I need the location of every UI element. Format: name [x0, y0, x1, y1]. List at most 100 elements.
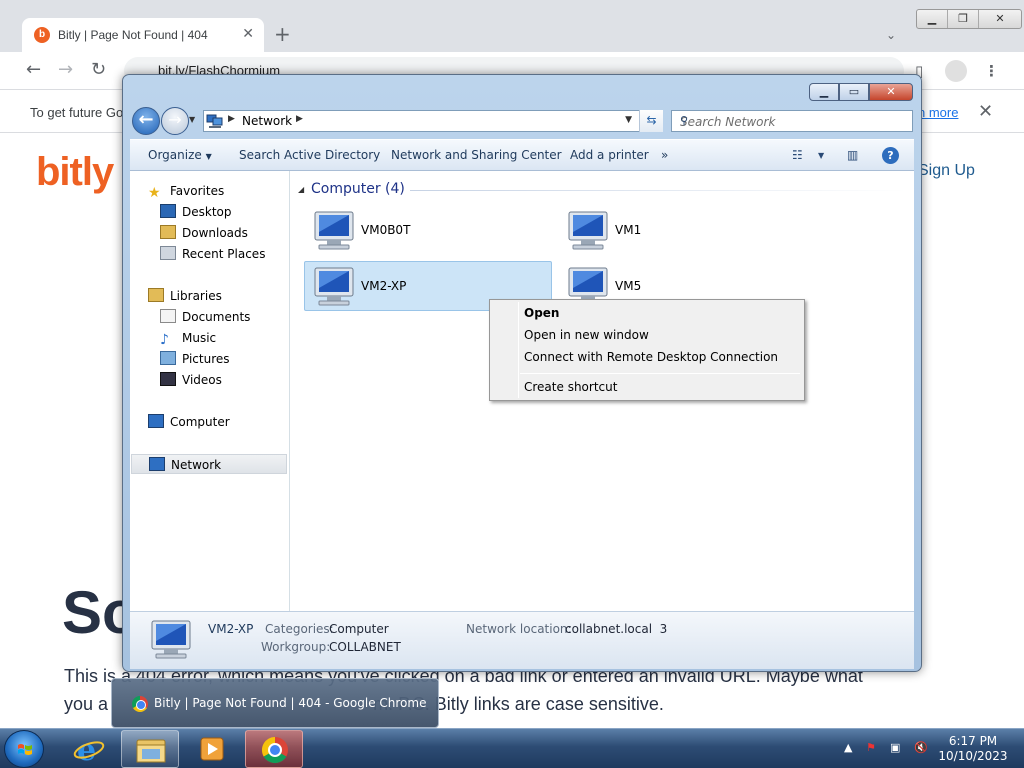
breadcrumb-network[interactable]: Network	[242, 114, 292, 128]
recent-pages-dropdown-icon[interactable]: ▼	[189, 115, 195, 124]
change-view-icon[interactable]: ☷	[792, 148, 803, 162]
media-player-icon	[200, 737, 224, 761]
collapse-group-icon[interactable]: ◢	[298, 185, 304, 194]
bitly-logo[interactable]: bitly	[36, 150, 114, 195]
action-center-flag-icon[interactable]: ⚑	[866, 741, 876, 754]
infobar-learn-more-link[interactable]: n more	[918, 105, 958, 120]
nav-label: Favorites	[170, 184, 225, 198]
back-button[interactable]: ←	[132, 107, 160, 135]
bitly-favicon-icon: b	[34, 27, 50, 43]
nav-libraries[interactable]: Libraries	[148, 286, 222, 306]
nav-label: Libraries	[170, 289, 222, 303]
details-computer-name: VM2-XP	[208, 622, 254, 636]
computer-item[interactable]: VM1	[558, 205, 806, 255]
nav-documents[interactable]: Documents	[160, 307, 250, 327]
tab-close-icon[interactable]: ✕	[242, 26, 254, 42]
tab-search-chevron-icon[interactable]: ⌄	[886, 28, 896, 42]
chrome-tab[interactable]: b Bitly | Page Not Found | 404 ✕	[22, 18, 264, 52]
nav-music[interactable]: ♪ Music	[160, 328, 216, 348]
navigation-pane: ★ Favorites Desktop Downloads Recent Plac…	[130, 171, 290, 611]
preview-pane-icon[interactable]: ▥	[847, 148, 858, 162]
details-workgroup-value: COLLABNET	[329, 640, 401, 654]
taskbar-file-explorer[interactable]	[121, 730, 179, 768]
nav-downloads[interactable]: Downloads	[160, 223, 248, 243]
clock-date: 10/10/2023	[938, 749, 1008, 763]
search-icon[interactable]: ⚲	[680, 114, 906, 127]
menu-item-open-new-window[interactable]: Open in new window	[524, 328, 649, 342]
nav-favorites[interactable]: ★ Favorites	[148, 181, 224, 201]
menu-item-connect-rdp[interactable]: Connect with Remote Desktop Connection	[524, 350, 778, 364]
taskbar-internet-explorer[interactable]: e	[60, 730, 118, 768]
start-button[interactable]	[4, 730, 44, 768]
menu-item-create-shortcut[interactable]: Create shortcut	[524, 380, 617, 394]
network-tray-icon[interactable]: ▣	[890, 741, 900, 754]
close-window-icon[interactable]: ✕	[979, 10, 1021, 28]
minimize-icon[interactable]: ▁	[917, 10, 948, 28]
minimize-icon[interactable]: ▁	[809, 83, 839, 101]
computer-monitor-icon	[314, 211, 354, 250]
forward-button[interactable]: →	[161, 107, 189, 135]
internet-explorer-icon: e	[73, 733, 105, 768]
breadcrumb-arrow-icon[interactable]: ▶	[228, 114, 235, 124]
search-box[interactable]: Search Network ⚲	[671, 110, 913, 132]
taskbar-thumbnail-preview[interactable]: Bitly | Page Not Found | 404 - Google Ch…	[111, 678, 439, 728]
maximize-icon[interactable]: ▭	[839, 83, 869, 101]
forward-arrow-icon[interactable]: →	[58, 61, 73, 79]
reload-icon[interactable]: ↻	[91, 61, 106, 79]
back-arrow-icon[interactable]: ←	[26, 61, 41, 79]
nav-label: Computer	[170, 415, 230, 429]
nav-computer[interactable]: Computer	[148, 412, 230, 432]
add-printer-button[interactable]: Add a printer	[570, 148, 649, 162]
command-bar: Organize ▼ Search Active Directory Netwo…	[130, 139, 914, 171]
more-commands-button[interactable]: »	[661, 148, 668, 162]
nav-videos[interactable]: Videos	[160, 370, 222, 390]
taskbar-media-player[interactable]	[182, 730, 240, 768]
details-location-label: Network location:	[466, 622, 572, 636]
tab-title: Bitly | Page Not Found | 404	[58, 28, 208, 42]
nav-network[interactable]: Network	[131, 454, 287, 474]
sign-up-link[interactable]: Sign Up	[918, 162, 975, 180]
menu-item-open[interactable]: Open	[524, 306, 559, 320]
close-icon[interactable]: ✕	[869, 83, 913, 101]
nav-pictures[interactable]: Pictures	[160, 349, 230, 369]
taskbar: e ▲ ⚑ ▣ 🔇 6:17 PM 10/10/2023	[0, 728, 1024, 768]
infobar-close-icon[interactable]: ✕	[978, 101, 993, 122]
nav-desktop[interactable]: Desktop	[160, 202, 232, 222]
profile-avatar-icon[interactable]	[945, 60, 967, 82]
computer-monitor-icon	[314, 267, 354, 306]
explorer-caption-buttons: ▁ ▭ ✕	[809, 83, 913, 101]
taskbar-google-chrome[interactable]	[245, 730, 303, 768]
nav-label: Music	[182, 331, 217, 345]
refresh-icon[interactable]: ⇆	[639, 110, 663, 132]
help-icon[interactable]: ?	[882, 147, 899, 164]
details-categories-value: Computer	[329, 622, 389, 636]
address-dropdown-icon[interactable]: ▼	[625, 115, 632, 125]
computer-monitor-icon	[151, 620, 191, 659]
menu-kebab-icon[interactable]: ⋮	[984, 62, 999, 80]
star-icon: ★	[148, 185, 161, 201]
videos-icon	[160, 372, 176, 386]
computer-item[interactable]: VM0B0T	[304, 205, 552, 255]
network-sharing-center-button[interactable]: Network and Sharing Center	[391, 148, 562, 162]
address-bar[interactable]: ▶ Network ▶ ▼	[203, 110, 663, 132]
maximize-icon[interactable]: ❐	[948, 10, 979, 28]
folder-icon	[136, 739, 166, 763]
nav-label: Network	[171, 458, 222, 472]
breadcrumb-arrow-icon[interactable]: ▶	[296, 114, 303, 124]
view-dropdown-icon[interactable]: ▼	[818, 151, 824, 160]
nav-recent-places[interactable]: Recent Places	[160, 244, 265, 264]
nav-label: Pictures	[182, 352, 230, 366]
menu-separator	[520, 373, 800, 374]
system-clock[interactable]: 6:17 PM 10/10/2023	[938, 734, 1008, 764]
volume-muted-icon[interactable]: 🔇	[914, 741, 928, 754]
organize-button[interactable]: Organize ▼	[148, 148, 212, 162]
organize-label: Organize	[148, 148, 202, 162]
new-tab-button[interactable]: +	[274, 24, 291, 44]
group-header-computer[interactable]: Computer (4)	[311, 181, 405, 197]
search-active-directory-button[interactable]: Search Active Directory	[239, 148, 380, 162]
chrome-icon	[261, 736, 288, 764]
menu-gutter	[518, 302, 519, 398]
infobar-text: To get future Go	[30, 105, 124, 120]
group-divider	[410, 190, 906, 191]
show-hidden-icons[interactable]: ▲	[844, 741, 852, 754]
